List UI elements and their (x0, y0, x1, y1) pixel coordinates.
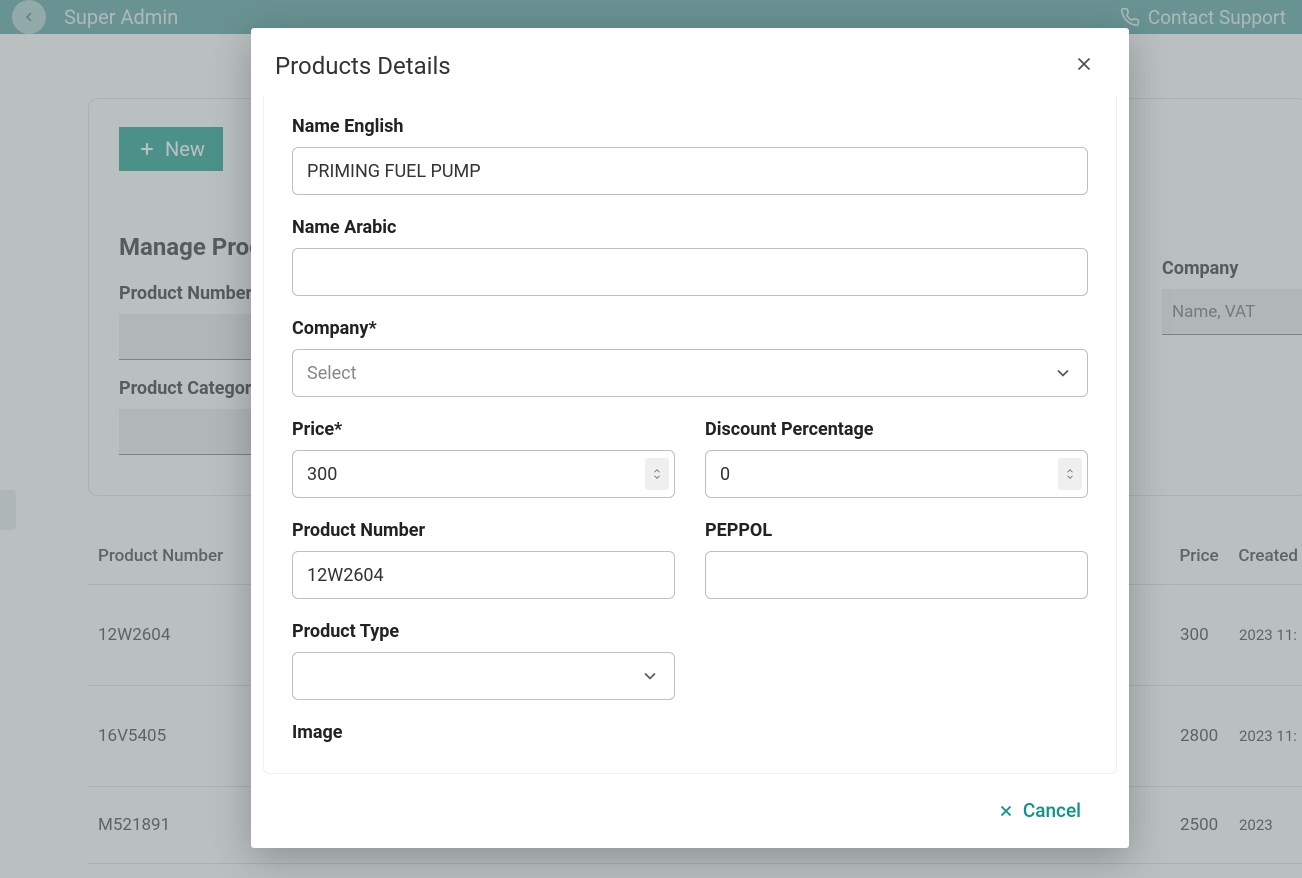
modal-body: Name English Name Arabic Company* Select… (251, 96, 1129, 785)
label-discount: Discount Percentage (705, 419, 1088, 440)
input-discount[interactable] (705, 450, 1088, 498)
modal-header: Products Details (251, 28, 1129, 96)
chevron-down-icon (1053, 363, 1073, 383)
input-product-number[interactable] (292, 551, 675, 599)
label-peppol: PEPPOL (705, 520, 1088, 541)
field-product-type: Product Type (292, 621, 675, 700)
chevron-down-icon (1065, 474, 1075, 480)
input-name-english[interactable] (292, 147, 1088, 195)
select-product-type[interactable] (292, 652, 675, 700)
chevron-down-icon (652, 474, 662, 480)
modal-title: Products Details (275, 52, 451, 80)
product-details-modal: Products Details Name English Name Arabi… (251, 28, 1129, 848)
modal-footer: Cancel (251, 785, 1129, 848)
label-product-type: Product Type (292, 621, 675, 642)
select-company[interactable]: Select (292, 349, 1088, 397)
close-button[interactable] (1073, 53, 1095, 79)
close-icon (997, 802, 1015, 820)
field-discount: Discount Percentage (705, 419, 1088, 498)
input-peppol[interactable] (705, 551, 1088, 599)
label-price: Price* (292, 419, 675, 440)
label-image: Image (292, 722, 1088, 743)
field-peppol: PEPPOL (705, 520, 1088, 599)
label-name-english: Name English (292, 116, 1088, 137)
field-price: Price* (292, 419, 675, 498)
field-name-english: Name English (292, 116, 1088, 195)
input-price[interactable] (292, 450, 675, 498)
label-company: Company* (292, 318, 1088, 339)
select-company-value: Select (307, 363, 356, 384)
input-name-arabic[interactable] (292, 248, 1088, 296)
cancel-button[interactable]: Cancel (997, 799, 1081, 822)
field-product-number: Product Number (292, 520, 675, 599)
cancel-button-label: Cancel (1023, 799, 1081, 822)
field-image: Image (292, 722, 1088, 743)
close-icon (1073, 53, 1095, 75)
label-product-number: Product Number (292, 520, 675, 541)
field-company: Company* Select (292, 318, 1088, 397)
price-stepper[interactable] (645, 458, 669, 490)
chevron-down-icon (640, 666, 660, 686)
field-name-arabic: Name Arabic (292, 217, 1088, 296)
discount-stepper[interactable] (1058, 458, 1082, 490)
label-name-arabic: Name Arabic (292, 217, 1088, 238)
